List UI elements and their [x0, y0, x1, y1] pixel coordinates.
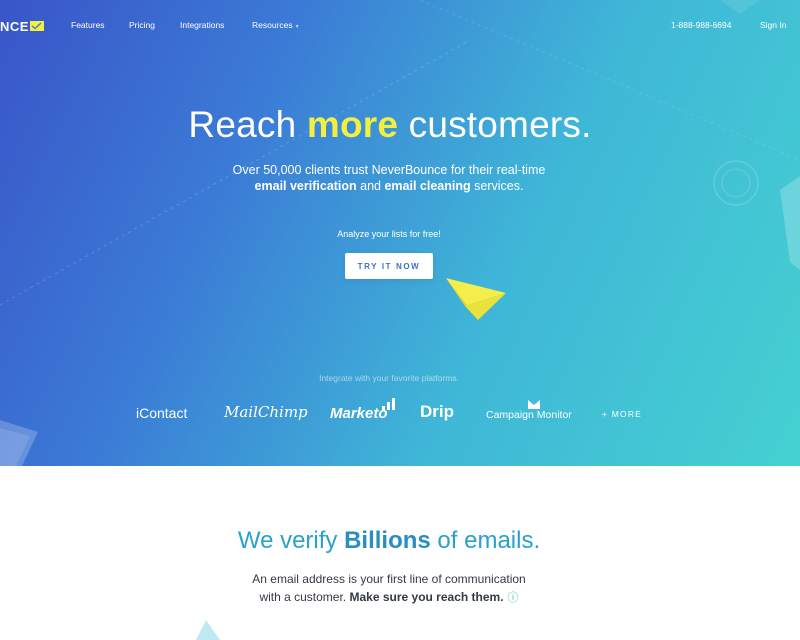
subtitle-mid: and — [356, 179, 385, 193]
nav-link-resources-label: Resources — [252, 20, 293, 30]
subtitle-line-2: email verification and email cleaning se… — [0, 178, 778, 194]
top-navigation: NCE Features Pricing Integrations Resour… — [0, 0, 800, 50]
phone-number[interactable]: 1-888-988-6694 — [671, 20, 732, 30]
campaign-monitor-logo: Campaign Monitor — [486, 409, 572, 421]
headline-pre: Reach — [188, 104, 307, 145]
nav-link-pricing[interactable]: Pricing — [129, 20, 155, 30]
section-title-pre: We verify — [237, 527, 345, 554]
drip-logo: Drip — [420, 402, 454, 421]
section-title-bold: Billions — [344, 527, 431, 554]
subtitle-bold-1: email verification — [254, 179, 357, 193]
marketo-bars-icon — [382, 398, 395, 410]
nav-link-features[interactable]: Features — [71, 20, 105, 30]
platform-logos: iContact MailChimp Marketo Drip Campaign… — [0, 398, 800, 430]
description-line-2-pre: with a customer. — [259, 590, 350, 604]
logo[interactable]: NCE — [0, 18, 44, 34]
subtitle-line-1: Over 50,000 clients trust NeverBounce fo… — [232, 163, 546, 177]
section-title-post: of emails. — [430, 527, 541, 554]
subtitle-end: services. — [470, 179, 524, 193]
section-title: We verify Billions of emails. — [0, 527, 778, 555]
hero-subtitle: Over 50,000 clients trust NeverBounce fo… — [0, 162, 778, 194]
hero-headline: Reach more customers. — [0, 104, 780, 146]
campaign-monitor-envelope-icon — [528, 400, 540, 409]
integrate-label: Integrate with your favorite platforms. — [319, 373, 459, 383]
logo-text: NCE — [0, 18, 29, 34]
envelope-check-icon — [29, 21, 44, 31]
section-description: An email address is your first line of c… — [0, 570, 778, 607]
description-line-1: An email address is your first line of c… — [252, 572, 526, 586]
decorative-shape — [196, 620, 220, 640]
more-platforms-link[interactable]: + MORE — [602, 409, 642, 419]
nav-link-integrations[interactable]: Integrations — [180, 20, 224, 30]
chevron-down-icon: ▾ — [295, 24, 299, 30]
subtitle-bold-2: email cleaning — [384, 179, 471, 193]
analyze-prompt: Analyze your lists for free! — [337, 229, 441, 239]
paper-plane-icon — [446, 278, 506, 320]
hero-section: NCE Features Pricing Integrations Resour… — [0, 0, 800, 466]
nav-link-resources[interactable]: Resources ▾ — [252, 20, 299, 30]
icontact-logo: iContact — [136, 405, 188, 421]
description-line-2: with a customer. Make sure you reach the… — [0, 588, 778, 607]
sign-in-link[interactable]: Sign In — [760, 20, 786, 30]
marketo-logo: Marketo — [330, 405, 388, 422]
description-line-2-bold: Make sure you reach them. — [349, 590, 504, 604]
try-it-now-button[interactable]: TRY IT NOW — [345, 253, 433, 279]
mailchimp-logo: MailChimp — [224, 403, 308, 421]
headline-highlight: more — [306, 104, 399, 145]
headline-post: customers. — [398, 104, 592, 145]
info-icon[interactable]: ⓘ — [508, 589, 519, 607]
